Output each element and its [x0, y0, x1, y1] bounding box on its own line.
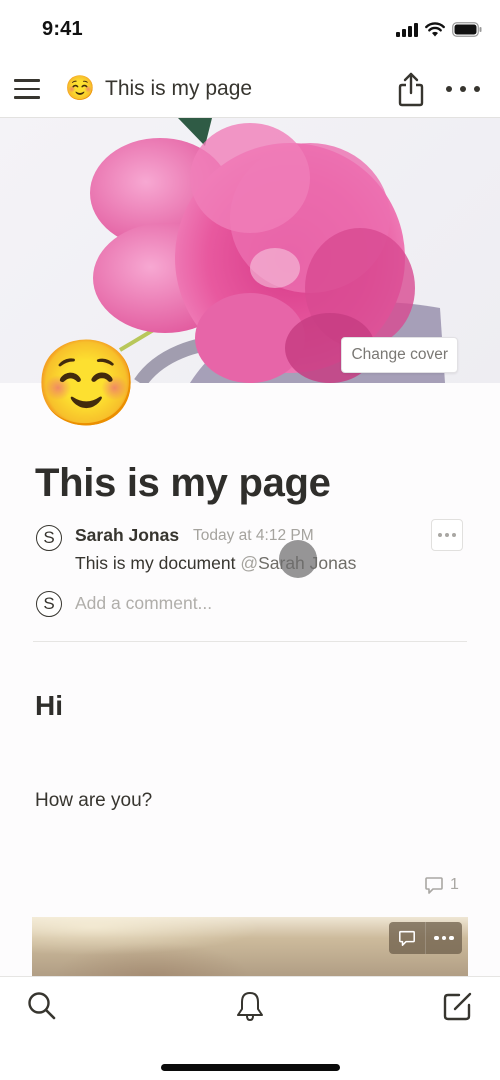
current-user-avatar: S [36, 591, 62, 617]
image-block-actions [389, 922, 462, 954]
wifi-icon [425, 22, 445, 37]
bell-icon[interactable] [233, 989, 267, 1023]
more-options-icon[interactable] [446, 76, 480, 102]
status-bar: 9:41 [0, 0, 500, 60]
comment-count-value: 1 [450, 876, 459, 893]
mention-at-symbol: @ [240, 553, 259, 573]
compose-icon[interactable] [441, 989, 475, 1023]
battery-icon [452, 22, 482, 37]
status-icons [396, 22, 482, 37]
cellular-signal-icon [396, 22, 418, 37]
comment-icon [425, 877, 443, 894]
heading-block[interactable]: Hi [35, 690, 63, 722]
comment-icon [399, 930, 415, 946]
add-comment-input[interactable]: Add a comment... [75, 593, 212, 614]
text-block[interactable]: How are you? [35, 790, 152, 812]
comment-author-avatar: S [36, 525, 62, 551]
home-indicator[interactable] [161, 1064, 340, 1071]
topbar-page-title: This is my page [105, 77, 253, 100]
more-horizontal-icon [434, 935, 454, 941]
bottom-toolbar [0, 976, 500, 1080]
image-comment-button[interactable] [389, 922, 425, 954]
top-navigation-bar: ☺️ This is my page [0, 60, 500, 118]
comment-more-button[interactable] [431, 519, 463, 551]
comments-divider [33, 641, 467, 642]
block-comment-count[interactable]: 1 [424, 875, 459, 895]
status-time: 9:41 [42, 18, 83, 40]
change-cover-button[interactable]: Change cover [341, 337, 458, 373]
search-icon[interactable] [25, 989, 59, 1023]
page-emoji-icon: ☺️ [65, 75, 95, 102]
comment-body: This is my document [75, 553, 241, 573]
touch-indicator [279, 540, 317, 578]
comment-author: Sarah Jonas [75, 525, 180, 545]
image-more-button[interactable] [426, 922, 462, 954]
hamburger-menu-icon[interactable] [14, 74, 44, 104]
page-title[interactable]: This is my page [35, 458, 331, 508]
share-icon[interactable] [394, 70, 428, 108]
image-block[interactable] [32, 917, 468, 977]
page-icon-emoji[interactable]: ☺️ [34, 333, 139, 437]
